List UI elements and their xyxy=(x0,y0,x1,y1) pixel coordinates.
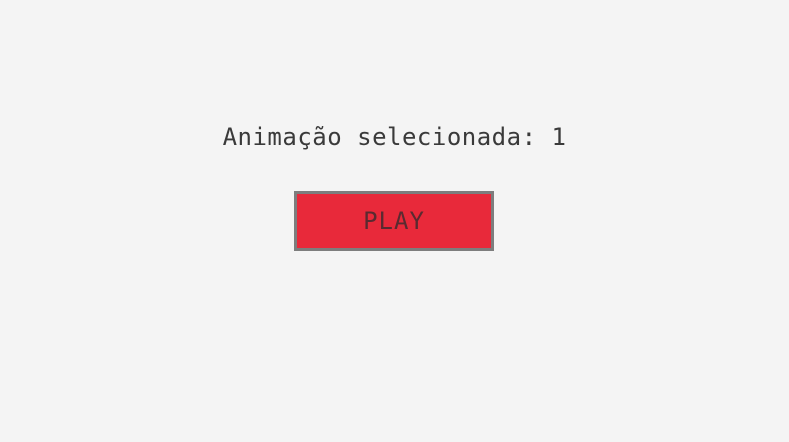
selected-animation-label: Animação selecionada: 1 xyxy=(222,123,567,151)
play-button-label: PLAY xyxy=(363,207,425,235)
play-button[interactable]: PLAY xyxy=(294,191,494,251)
